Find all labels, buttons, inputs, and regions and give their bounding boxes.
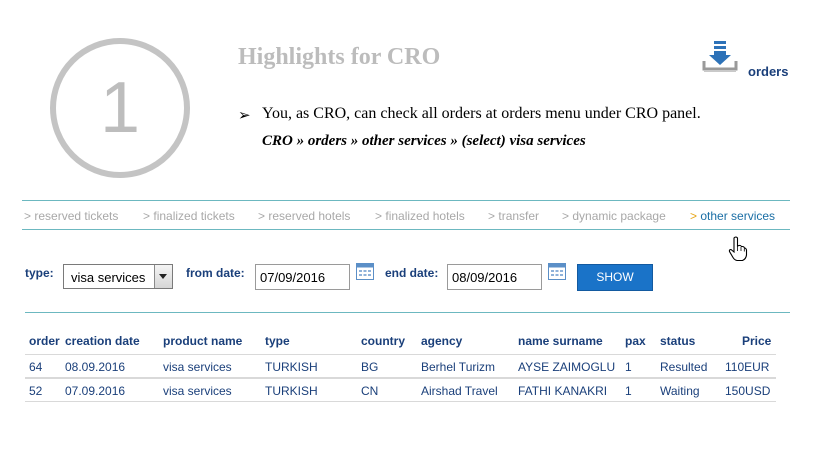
cell-name-surname: FATHI KANAKRI xyxy=(518,384,608,398)
tab-reserved-hotels[interactable]: > reserved hotels xyxy=(258,209,350,223)
type-select-value: visa services xyxy=(71,270,146,285)
cell-type: TURKISH xyxy=(265,360,318,374)
cell-pax: 1 xyxy=(625,384,632,398)
cell-order: 64 xyxy=(29,360,43,374)
type-label: type: xyxy=(25,266,54,280)
cell-creation-date: 08.09.2016 xyxy=(65,360,126,374)
from-date-input[interactable] xyxy=(255,264,350,290)
cell-agency: Airshad Travel xyxy=(421,384,498,398)
page-title: Highlights for CRO xyxy=(238,44,441,70)
divider xyxy=(25,312,790,313)
cell-pax: 1 xyxy=(625,360,632,374)
navigation-path: CRO » orders » other services » (select)… xyxy=(262,133,586,149)
col-order[interactable]: order xyxy=(29,334,60,348)
arrow-bullet-icon: ➢ xyxy=(238,106,251,124)
download-tray-icon[interactable] xyxy=(701,40,739,76)
col-pax[interactable]: pax xyxy=(625,334,646,348)
step-number: 1 xyxy=(99,68,141,148)
col-type[interactable]: type xyxy=(265,334,290,348)
col-product-name[interactable]: product name xyxy=(163,334,242,348)
cell-type: TURKISH xyxy=(265,384,318,398)
cell-product-name: visa services xyxy=(163,384,232,398)
tab-finalized-hotels[interactable]: > finalized hotels xyxy=(375,209,465,223)
chevron-down-icon[interactable] xyxy=(154,265,172,288)
cell-country: BG xyxy=(361,360,379,374)
tab-other-services[interactable]: > other services xyxy=(690,209,775,223)
calendar-icon[interactable] xyxy=(356,263,374,280)
end-date-input[interactable] xyxy=(447,264,542,290)
from-date-label: from date: xyxy=(186,266,245,280)
orders-link[interactable]: orders xyxy=(748,64,788,79)
col-price[interactable]: Price xyxy=(742,334,771,348)
tab-dynamic-package[interactable]: > dynamic package xyxy=(562,209,666,223)
tab-finalized-tickets[interactable]: > finalized tickets xyxy=(143,209,235,223)
type-select[interactable]: visa services xyxy=(63,264,173,289)
cell-order: 52 xyxy=(29,384,43,398)
calendar-icon[interactable] xyxy=(548,263,566,280)
cell-price: 110EUR xyxy=(725,360,770,374)
hand-pointer-icon xyxy=(728,236,748,262)
cell-country: CN xyxy=(361,384,379,398)
col-status[interactable]: status xyxy=(660,334,695,348)
cell-agency: Berhel Turizm xyxy=(421,360,496,374)
cell-price: 150USD xyxy=(725,384,771,398)
cell-name-surname: AYSE ZAIMOGLU xyxy=(518,360,616,374)
table-row[interactable]: 52 07.09.2016 visa services TURKISH CN A… xyxy=(25,378,776,402)
cell-status: Resulted xyxy=(660,360,708,374)
instruction-text: You, as CRO, can check all orders at ord… xyxy=(262,105,701,122)
col-agency[interactable]: agency xyxy=(421,334,462,348)
tab-transfer[interactable]: > transfer xyxy=(488,209,539,223)
end-date-label: end date: xyxy=(385,266,439,280)
cell-status: Waiting xyxy=(660,384,700,398)
col-name-surname[interactable]: name surname xyxy=(518,334,603,348)
col-creation-date[interactable]: creation date xyxy=(65,334,140,348)
table-row[interactable]: 64 08.09.2016 visa services TURKISH BG B… xyxy=(25,354,776,378)
cell-creation-date: 07.09.2016 xyxy=(65,384,126,398)
tab-reserved-tickets[interactable]: > reserved tickets xyxy=(24,209,118,223)
cell-product-name: visa services xyxy=(163,360,232,374)
show-button[interactable]: SHOW xyxy=(577,264,653,291)
service-tab-bar: > reserved tickets > finalized tickets >… xyxy=(22,200,790,230)
col-country[interactable]: country xyxy=(361,334,405,348)
